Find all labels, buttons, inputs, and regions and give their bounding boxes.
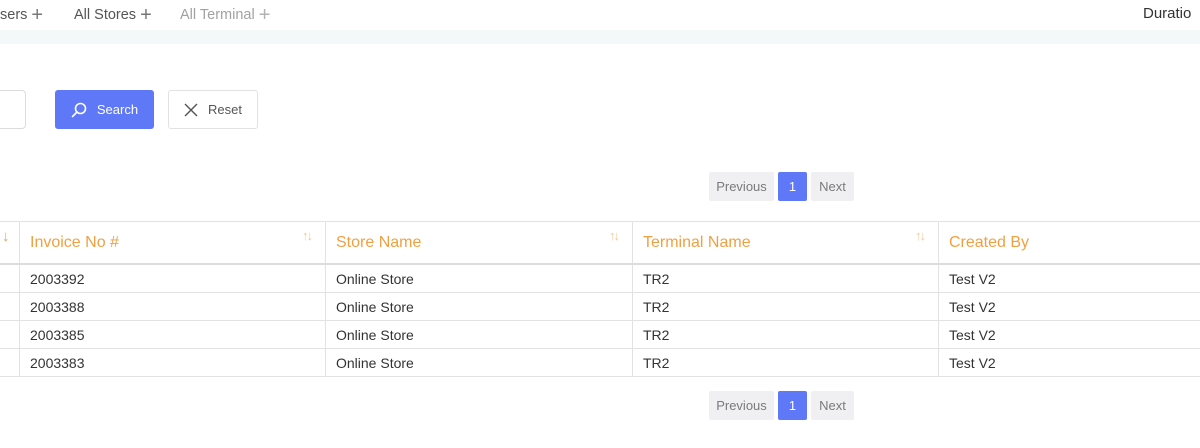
filter-strip xyxy=(0,30,1200,44)
sort-icon[interactable]: ↑↓ xyxy=(302,228,313,243)
page-1-button[interactable]: 1 xyxy=(778,391,807,420)
cell-created-by: Test V2 xyxy=(938,265,1200,292)
search-button-label: Search xyxy=(96,102,139,117)
table-row[interactable]: 2003385 Online Store TR2 Test V2 xyxy=(0,321,1200,349)
cell-created-by: Test V2 xyxy=(938,293,1200,320)
cell-store-name: Online Store xyxy=(325,349,633,376)
cell-terminal-name: TR2 xyxy=(632,293,939,320)
page-1-button[interactable]: 1 xyxy=(778,172,807,201)
sort-icon[interactable]: ↓ xyxy=(2,228,10,245)
column-store-name-label: Store Name xyxy=(336,233,422,251)
filter-users-label: sers xyxy=(0,7,28,23)
table-header: ↓ Invoice No # ↑↓ Store Name ↑↓ Terminal… xyxy=(0,222,1200,265)
search-button[interactable]: Search xyxy=(55,90,154,129)
plus-icon: + xyxy=(140,4,152,26)
pagination-bottom: Previous 1 Next xyxy=(709,391,854,420)
table-row[interactable]: 2003392 Online Store TR2 Test V2 xyxy=(0,265,1200,293)
cell-invoice-no: 2003385 xyxy=(19,321,326,348)
next-button[interactable]: Next xyxy=(811,391,854,420)
duration-filter[interactable]: Duratio xyxy=(1143,5,1191,22)
column-created-by[interactable]: Created By xyxy=(938,222,1200,263)
filter-terminal-label: All Terminal xyxy=(180,7,255,23)
invoice-table: ↓ Invoice No # ↑↓ Store Name ↑↓ Terminal… xyxy=(0,221,1200,377)
column-terminal-name-label: Terminal Name xyxy=(643,233,751,251)
date-input[interactable] xyxy=(0,90,26,129)
filter-stores-label: All Stores xyxy=(74,7,137,23)
sort-icon[interactable]: ↑↓ xyxy=(609,228,620,243)
plus-icon: + xyxy=(258,4,271,26)
cell-terminal-name: TR2 xyxy=(632,265,939,292)
cell-store-name: Online Store xyxy=(325,265,633,292)
previous-button[interactable]: Previous xyxy=(709,391,774,420)
filter-users[interactable]: sers + xyxy=(0,5,43,25)
reset-button-label: Reset xyxy=(208,102,242,117)
pagination-top: Previous 1 Next xyxy=(709,172,854,201)
table-row[interactable]: 2003388 Online Store TR2 Test V2 xyxy=(0,293,1200,321)
filter-terminal[interactable]: All Terminal + xyxy=(180,5,270,25)
cell-created-by: Test V2 xyxy=(938,349,1200,376)
cell-invoice-no: 2003383 xyxy=(19,349,326,376)
cell-invoice-no: 2003392 xyxy=(19,265,326,292)
plus-icon: + xyxy=(31,4,44,26)
cell-store-name: Online Store xyxy=(325,321,633,348)
filter-stores[interactable]: All Stores + xyxy=(74,5,152,25)
previous-button[interactable]: Previous xyxy=(709,172,774,201)
filter-bar: sers + All Stores + All Terminal + Durat… xyxy=(0,0,1200,30)
column-terminal-name[interactable]: Terminal Name ↑↓ xyxy=(632,222,939,263)
cell-terminal-name: TR2 xyxy=(632,349,939,376)
reset-button[interactable]: Reset xyxy=(168,90,258,129)
column-invoice-no[interactable]: Invoice No # ↑↓ xyxy=(19,222,326,263)
close-icon xyxy=(184,103,198,116)
column-store-name[interactable]: Store Name ↑↓ xyxy=(325,222,633,263)
sort-icon[interactable]: ↑↓ xyxy=(915,228,926,243)
cell-invoice-no: 2003388 xyxy=(19,293,326,320)
next-button[interactable]: Next xyxy=(811,172,854,201)
cell-terminal-name: TR2 xyxy=(632,321,939,348)
table-row[interactable]: 2003383 Online Store TR2 Test V2 xyxy=(0,349,1200,377)
cell-created-by: Test V2 xyxy=(938,321,1200,348)
column-invoice-no-label: Invoice No # xyxy=(30,233,119,251)
cell-store-name: Online Store xyxy=(325,293,633,320)
column-created-by-label: Created By xyxy=(949,233,1030,251)
search-icon xyxy=(71,102,87,117)
